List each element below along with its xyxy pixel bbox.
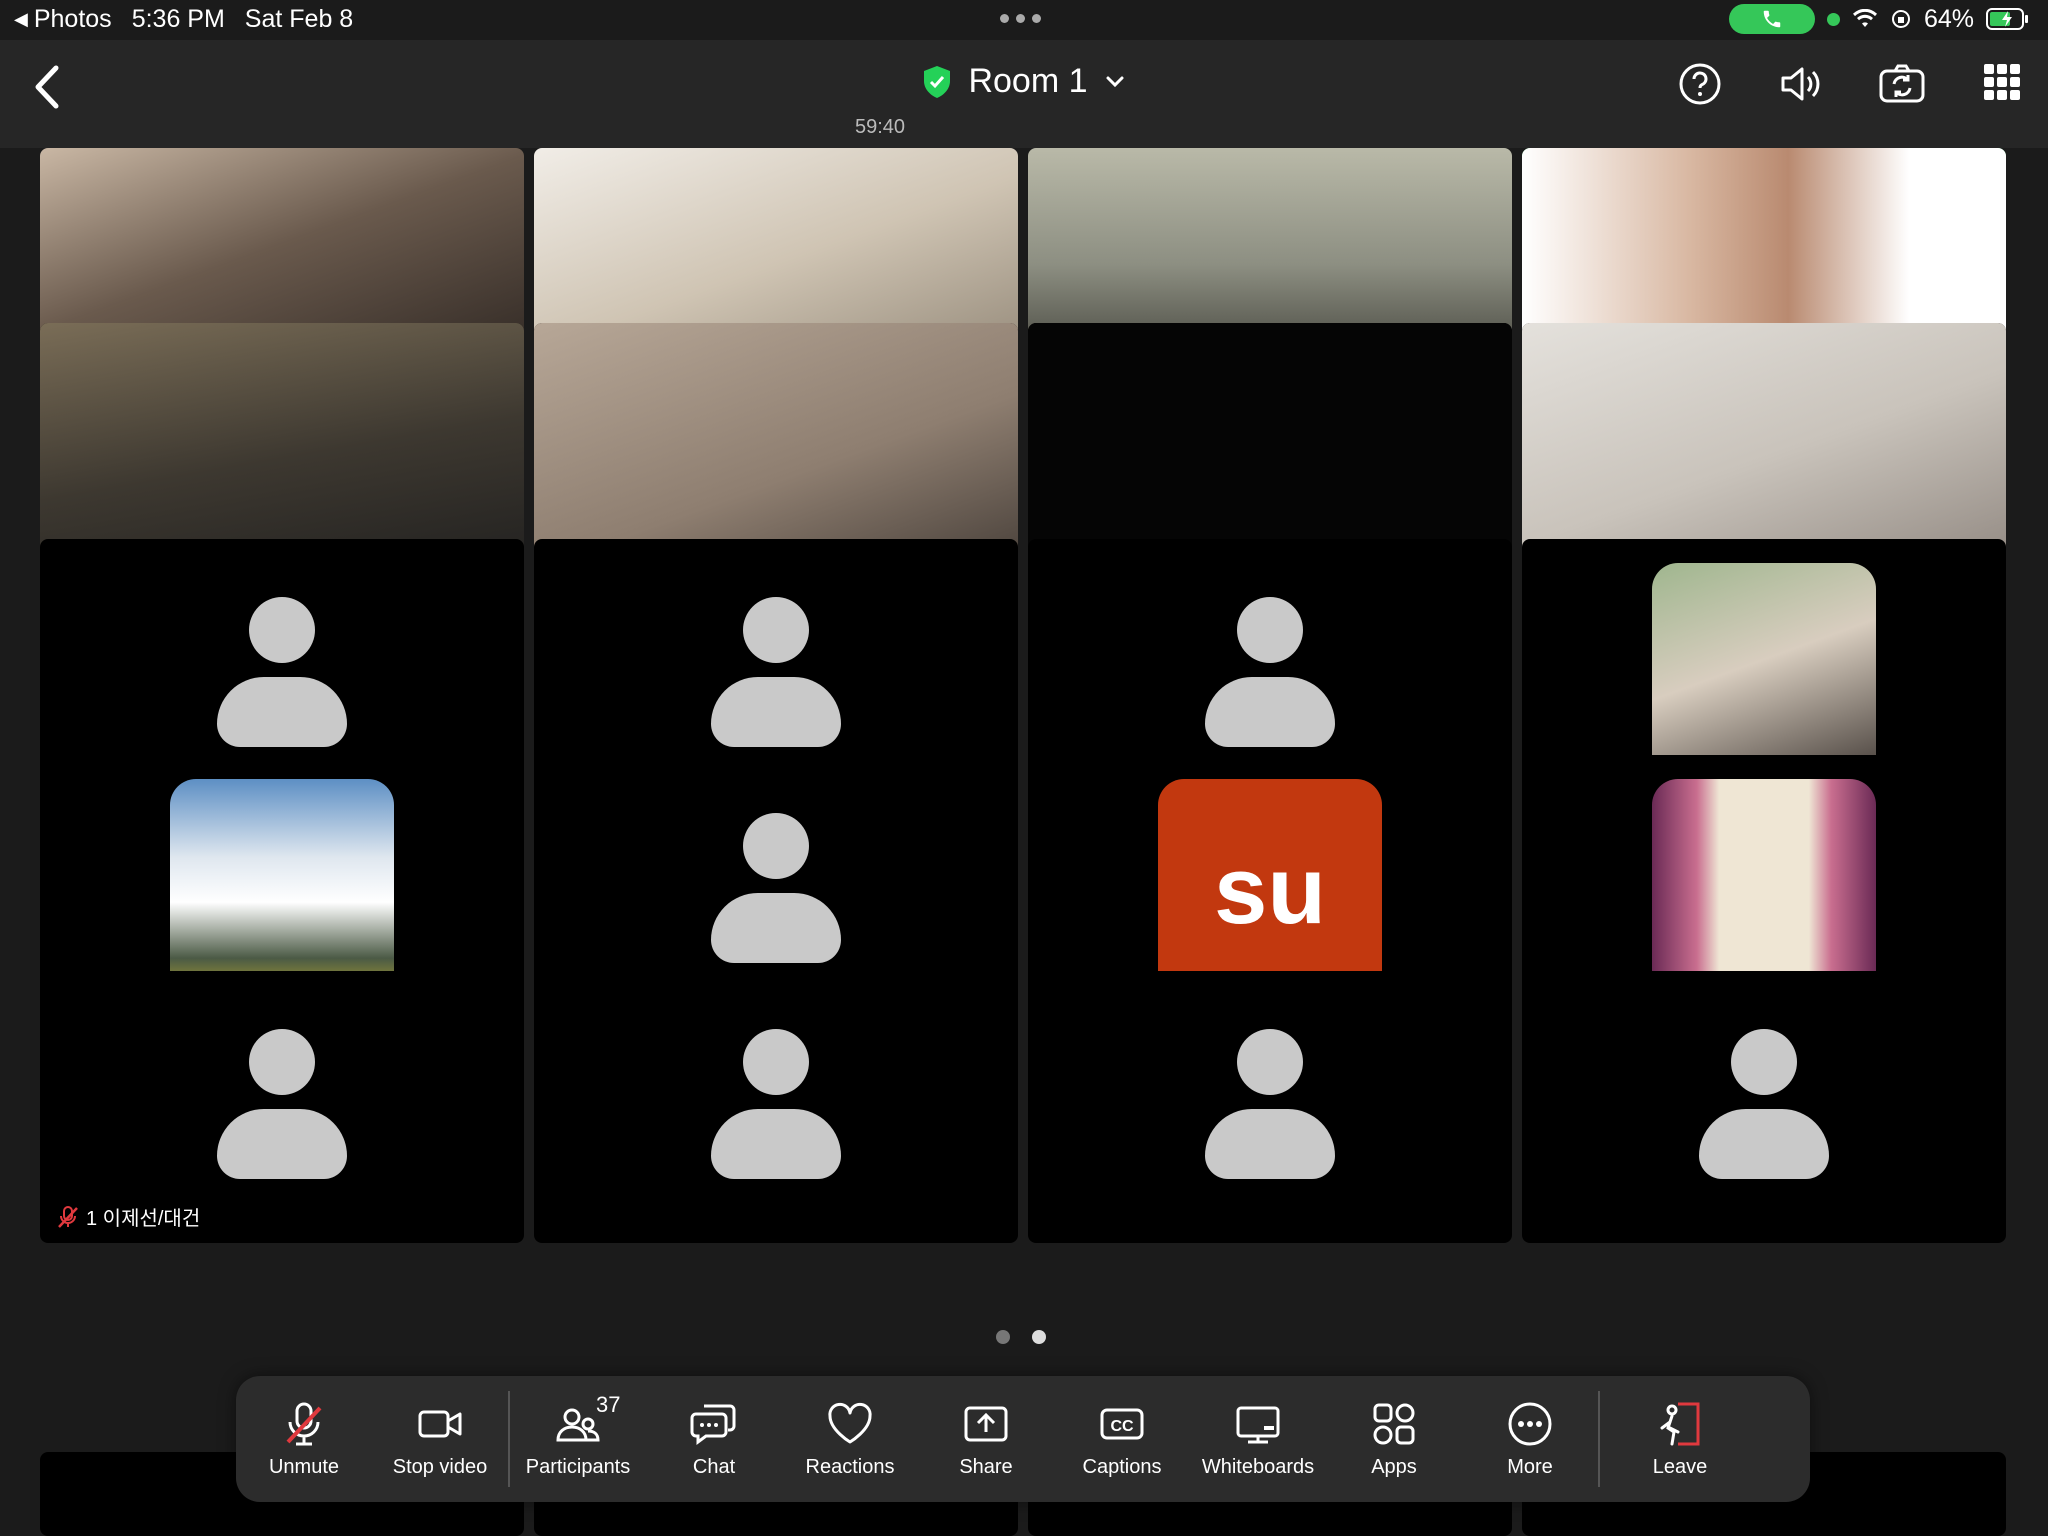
stop-video-label: Stop video [392,1455,488,1478]
meeting-toolbar: Unmute Stop video 37 Participants Chat R… [236,1376,1810,1502]
participant-tile[interactable] [1522,971,2006,1243]
back-app-label: Photos [33,5,112,33]
default-avatar-icon [711,813,841,963]
initials-avatar: su [1158,779,1382,1003]
participant-name: 1 이제선/대건 [86,1208,201,1230]
reactions-button[interactable]: Reactions [782,1376,918,1502]
meeting-timer: 59:40 [854,116,906,138]
leave-door-icon [1660,1402,1700,1445]
meeting-header: Room 1 59:40 [0,40,2048,148]
default-avatar-icon [217,1029,347,1179]
participants-button[interactable]: 37 Participants [510,1376,646,1502]
reactions-label: Reactions [805,1455,895,1478]
apps-label: Apps [1371,1455,1417,1478]
default-avatar-icon [1205,1029,1335,1179]
multitasking-dots[interactable] [1000,14,1041,23]
apps-icon [1373,1403,1415,1444]
battery-charging-icon [1986,8,2028,30]
participant-tile[interactable] [1028,971,1512,1243]
more-button[interactable]: More [1462,1376,1598,1502]
call-pill[interactable] [1728,4,1815,34]
room-title: Room 1 [968,62,1088,100]
profile-picture [1652,779,1876,1003]
default-avatar-icon [1699,1029,1829,1179]
participant-name-label: 1 이제선/대건 [48,1198,211,1235]
captions-label: Captions [1082,1455,1162,1478]
status-time: 5:36 PM [131,5,225,33]
share-screen-icon [964,1406,1008,1441]
wifi-icon [1852,9,1877,27]
help-icon[interactable] [1678,62,1722,106]
whiteboard-icon [1236,1406,1280,1443]
participant-tile[interactable] [534,971,1018,1243]
chat-label: Chat [692,1455,736,1478]
more-label: More [1507,1455,1553,1478]
back-to-photos[interactable]: ◀ Photos [14,5,112,34]
shield-check-icon [924,65,951,98]
profile-picture [1652,563,1876,787]
rotation-lock-icon [1891,10,1910,28]
video-camera-icon [418,1410,462,1437]
page-indicator[interactable] [996,1330,1046,1344]
whiteboards-button[interactable]: Whiteboards [1190,1376,1326,1502]
mic-muted-icon [286,1402,322,1445]
share-label: Share [959,1455,1013,1478]
profile-picture [170,779,394,1003]
leave-button[interactable]: Leave [1600,1376,1760,1502]
chevron-down-icon [1106,76,1124,87]
status-date: Sat Feb 8 [244,5,354,33]
page-dot[interactable] [996,1330,1010,1344]
status-bar: ◀ Photos 5:36 PM Sat Feb 8 64% [0,0,2048,40]
chat-button[interactable]: Chat [646,1376,782,1502]
phone-icon [1763,10,1781,28]
camera-in-use-dot [1826,12,1840,26]
stop-video-button[interactable]: Stop video [372,1376,508,1502]
participants-label: Participants [525,1455,631,1478]
default-avatar-icon [217,597,347,747]
unmute-button[interactable]: Unmute [236,1376,372,1502]
grid-menu-icon[interactable] [1982,62,2022,102]
whiteboards-label: Whiteboards [1201,1455,1315,1478]
leave-label: Leave [1652,1455,1708,1478]
heart-icon [828,1402,872,1443]
participants-count-badge: 37 [596,1392,621,1417]
more-icon [1508,1402,1552,1445]
closed-captions-icon: CC [1100,1408,1144,1439]
captions-button[interactable]: CC Captions [1054,1376,1190,1502]
default-avatar-icon [711,1029,841,1179]
apps-button[interactable]: Apps [1326,1376,1462,1502]
battery-percent: 64% [1923,4,1974,33]
unmute-label: Unmute [268,1455,340,1478]
speaker-icon[interactable] [1778,62,1822,106]
participants-icon [556,1408,600,1441]
default-avatar-icon [711,597,841,747]
chat-icon [690,1404,736,1445]
page-dot-active[interactable] [1032,1330,1046,1344]
switch-camera-icon[interactable] [1878,62,1926,106]
mic-muted-icon [58,1205,78,1228]
default-avatar-icon [1205,597,1335,747]
participant-tile[interactable]: 1 이제선/대건 [40,971,524,1243]
back-triangle-icon: ◀ [14,9,28,29]
share-button[interactable]: Share [918,1376,1054,1502]
svg-text:CC: CC [1110,1418,1134,1435]
